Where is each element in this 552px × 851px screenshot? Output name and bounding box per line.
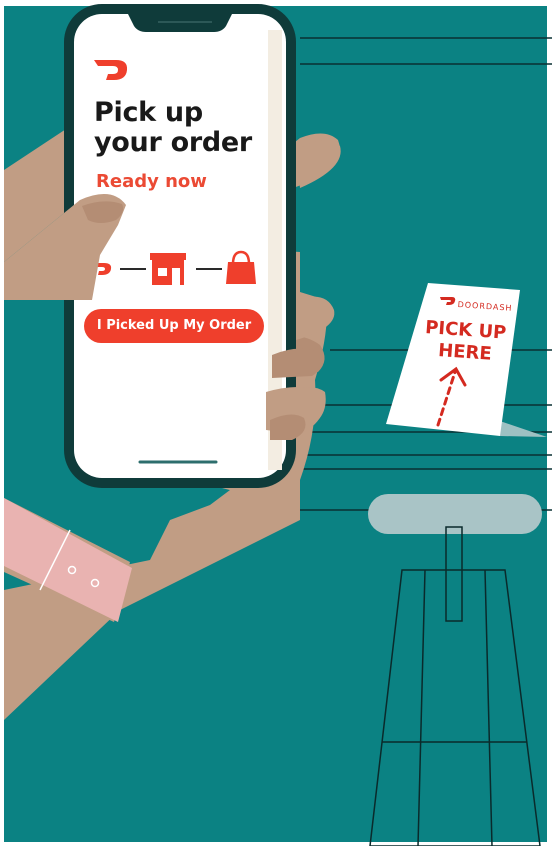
illustration	[0, 0, 552, 847]
picked-up-order-button[interactable]: I Picked Up My Order	[84, 309, 264, 343]
sign-line-2: HERE	[437, 340, 493, 365]
scene-svg	[4, 4, 552, 847]
title-line-1: Pick up	[94, 97, 203, 128]
store-icon	[150, 253, 186, 285]
order-status: Ready now	[96, 171, 207, 192]
title-line-2: your order	[94, 127, 252, 158]
